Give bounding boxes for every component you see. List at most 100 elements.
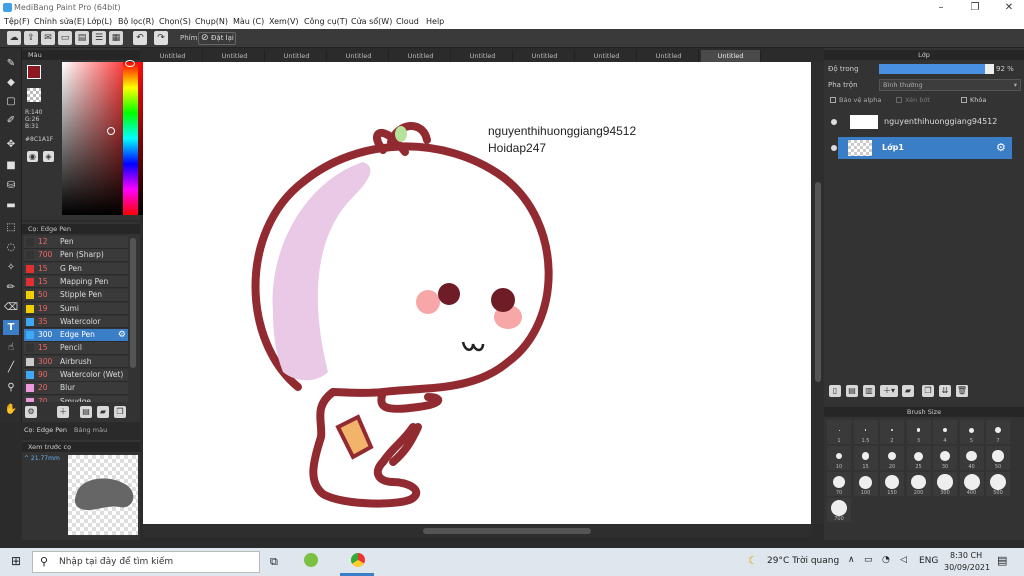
menu-help[interactable]: Help: [426, 17, 444, 26]
new-8bit-layer-icon[interactable]: ▥: [863, 385, 875, 397]
undo-icon[interactable]: ↶: [133, 31, 147, 45]
tab-untitled-7[interactable]: Untitled: [515, 50, 575, 62]
tab-palette[interactable]: Bảng màu: [74, 426, 107, 434]
tab-untitled-4[interactable]: Untitled: [329, 50, 389, 62]
menu-file[interactable]: Tệp(F): [4, 17, 30, 26]
move-tool-icon[interactable]: ✥: [3, 137, 19, 152]
horizontal-scroll-thumb[interactable]: [423, 528, 591, 534]
foreground-color-swatch[interactable]: [27, 65, 41, 79]
menu-view[interactable]: Xem(V): [269, 17, 299, 26]
brush-copy-icon[interactable]: ▤: [80, 406, 92, 418]
new-halftone-layer-icon[interactable]: ▤: [846, 385, 858, 397]
menu-filter[interactable]: Bộ lọc(R): [118, 17, 154, 26]
lasso-tool-icon[interactable]: ◌: [3, 240, 19, 255]
brush-size-cell[interactable]: 40: [959, 446, 984, 470]
layer-row[interactable]: nguyenthihuonggiang94512: [828, 111, 1020, 133]
blend-mode-select[interactable]: Bình thường ▾: [879, 79, 1021, 91]
gear-icon[interactable]: ⚙: [118, 329, 126, 341]
duplicate-layer-icon[interactable]: ❐: [922, 385, 934, 397]
brush-item[interactable]: 300 Airbrush: [24, 355, 128, 369]
share-icon[interactable]: ⇪: [24, 31, 38, 45]
gradient-tool-icon[interactable]: ▬: [3, 198, 19, 213]
close-icon[interactable]: ✕: [994, 0, 1024, 16]
clock-date[interactable]: 30/09/2021: [944, 563, 990, 572]
chrome-icon[interactable]: [351, 553, 365, 567]
brush-size-cell[interactable]: 15: [853, 446, 878, 470]
brush-size-cell[interactable]: 700: [827, 498, 851, 522]
eye-icon[interactable]: [831, 119, 837, 125]
battery-icon[interactable]: ▭: [864, 555, 873, 565]
brush-size-cell[interactable]: 2: [880, 420, 904, 444]
brush-size-cell[interactable]: 500: [986, 472, 1010, 496]
brush-size-cell[interactable]: 4: [933, 420, 957, 444]
list-icon[interactable]: ☰: [92, 31, 106, 45]
hand-tool-icon[interactable]: ✋: [3, 402, 19, 417]
add-layer-menu-icon[interactable]: ＋▾: [880, 385, 898, 397]
chat-icon[interactable]: ✉: [41, 31, 55, 45]
operation-tool-icon[interactable]: ☝: [3, 340, 19, 355]
brush-add-icon[interactable]: ＋: [57, 406, 69, 418]
lock-checkbox[interactable]: [961, 97, 967, 103]
text-tool-icon[interactable]: T: [3, 320, 19, 335]
tab-untitled-9[interactable]: Untitled: [639, 50, 699, 62]
weather-text[interactable]: 29°C Trời quang: [767, 556, 839, 566]
hue-slider[interactable]: [123, 60, 138, 215]
menu-cloud[interactable]: Cloud: [396, 17, 419, 26]
brush-item[interactable]: 19 Sumi: [24, 302, 128, 315]
brush-size-cell[interactable]: 200: [906, 472, 931, 496]
eraser-tool-icon[interactable]: ◆: [3, 75, 19, 90]
tab-untitled-active[interactable]: Untitled: [701, 50, 761, 62]
task-view-icon[interactable]: ⧉: [270, 555, 278, 569]
merge-layer-icon[interactable]: ⇊: [939, 385, 951, 397]
brush-size-cell[interactable]: 300: [933, 472, 957, 496]
dot-tool-icon[interactable]: ✐: [3, 113, 19, 128]
clock-time[interactable]: 8:30 CH: [950, 551, 982, 560]
palette-icon[interactable]: ◉: [27, 151, 38, 162]
layer-row-selected[interactable]: Lớp1 ⚙: [831, 137, 1012, 159]
brush-settings-icon[interactable]: ⚙: [25, 406, 37, 418]
brush-folder-icon[interactable]: ▰: [97, 406, 109, 418]
tab-untitled-6[interactable]: Untitled: [453, 50, 513, 62]
brush-item[interactable]: 20 Blur: [24, 382, 128, 395]
menu-tools[interactable]: Công cụ(T): [304, 17, 348, 26]
brush-size-cell[interactable]: 25: [906, 446, 931, 470]
magic-wand-tool-icon[interactable]: ✧: [3, 260, 19, 275]
language-indicator[interactable]: ENG: [919, 556, 938, 566]
minimize-icon[interactable]: –: [926, 0, 956, 16]
brush-item[interactable]: 15 Pencil: [24, 342, 128, 355]
menu-layer[interactable]: Lớp(L): [87, 17, 112, 26]
tab-untitled-8[interactable]: Untitled: [577, 50, 637, 62]
brush-size-cell[interactable]: 1.5: [853, 420, 878, 444]
brush-list-scrollbar[interactable]: [130, 238, 136, 368]
brush-size-cell[interactable]: 5: [959, 420, 984, 444]
delete-layer-icon[interactable]: 🗑: [956, 385, 968, 397]
reset-snap-button[interactable]: ⊘ Đặt lại: [198, 32, 236, 45]
canvas-vertical-scrollbar[interactable]: [812, 62, 824, 524]
hue-cursor[interactable]: [125, 60, 135, 67]
divide-tool-icon[interactable]: ╱: [3, 360, 19, 375]
brush-size-cell[interactable]: 70: [827, 472, 851, 496]
clipping-checkbox[interactable]: [896, 97, 902, 103]
brush-item[interactable]: 15 Mapping Pen: [24, 275, 128, 289]
brush-item[interactable]: 50 Stipple Pen: [24, 289, 128, 302]
redo-icon[interactable]: ↷: [154, 31, 168, 45]
select-eraser-tool-icon[interactable]: ⌫: [3, 300, 19, 315]
brush-size-cell[interactable]: 10: [827, 446, 851, 470]
color-picker-cursor[interactable]: [107, 127, 115, 135]
app-icon-green[interactable]: [304, 553, 318, 567]
tab-brush[interactable]: Cọ: Edge Pen: [24, 426, 67, 434]
menu-edit[interactable]: Chỉnh sửa(E): [34, 17, 85, 26]
opacity-slider[interactable]: [879, 64, 994, 74]
comment-icon[interactable]: ▭: [58, 31, 72, 45]
eye-icon[interactable]: [831, 145, 837, 151]
brush-size-cell[interactable]: 1: [827, 420, 851, 444]
brush-size-cell[interactable]: 150: [880, 472, 904, 496]
brush-item[interactable]: 12 Pen: [24, 236, 128, 249]
canvas-horizontal-scrollbar[interactable]: [143, 525, 812, 537]
volume-icon[interactable]: ◁: [900, 555, 907, 565]
brush-size-cell[interactable]: 30: [933, 446, 957, 470]
brush-item[interactable]: 70 Smudge: [24, 395, 128, 402]
protect-alpha-checkbox[interactable]: [830, 97, 836, 103]
tab-untitled-1[interactable]: Untitled: [143, 50, 203, 62]
cloud-icon[interactable]: ☁: [7, 31, 21, 45]
